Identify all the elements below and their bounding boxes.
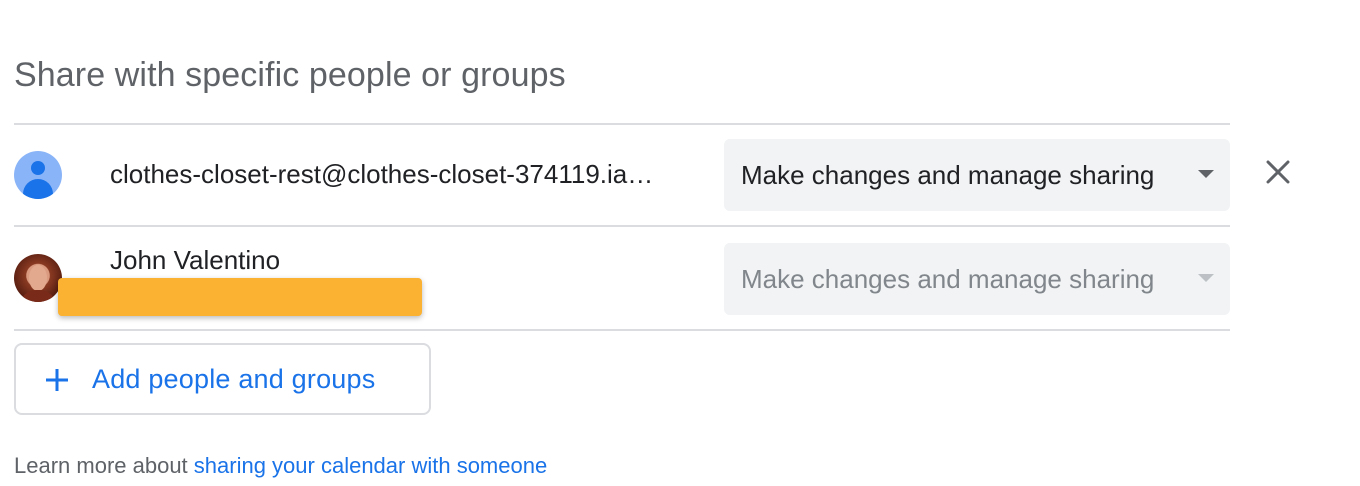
plus-icon	[46, 369, 68, 391]
permission-dropdown-disabled: Make changes and manage sharing	[724, 243, 1230, 315]
person-email: clothes-closet-rest@clothes-closet-37411…	[110, 159, 654, 189]
avatar-face	[29, 265, 47, 291]
share-settings-panel: Share with specific people or groups clo…	[0, 0, 1360, 486]
avatar-body	[23, 179, 53, 199]
permission-dropdown-value: Make changes and manage sharing	[741, 159, 1155, 190]
learn-more-text: Learn more about sharing your calendar w…	[14, 453, 547, 479]
chevron-down-icon	[1198, 274, 1214, 282]
person-row-owner: John Valentino Make changes and manage s…	[0, 227, 1360, 327]
close-icon	[1266, 160, 1290, 184]
avatar-shirt	[20, 290, 56, 302]
person-name: John Valentino	[110, 245, 281, 275]
chevron-down-icon	[1198, 170, 1214, 178]
person-row-service-account: clothes-closet-rest@clothes-closet-37411…	[0, 125, 1360, 225]
sharing-help-link[interactable]: sharing your calendar with someone	[194, 453, 547, 478]
redacted-email-block	[58, 278, 422, 316]
person-avatar-icon	[14, 151, 62, 199]
remove-person-button[interactable]	[1258, 152, 1298, 192]
section-title: Share with specific people or groups	[14, 56, 566, 94]
person-avatar-photo	[14, 254, 62, 302]
permission-dropdown[interactable]: Make changes and manage sharing	[724, 139, 1230, 211]
divider	[14, 329, 1230, 331]
add-people-label: Add people and groups	[92, 364, 376, 394]
permission-dropdown-value: Make changes and manage sharing	[741, 263, 1155, 294]
learn-more-prefix: Learn more about	[14, 453, 194, 478]
avatar-head	[31, 161, 45, 175]
add-people-button[interactable]: Add people and groups	[14, 343, 431, 415]
